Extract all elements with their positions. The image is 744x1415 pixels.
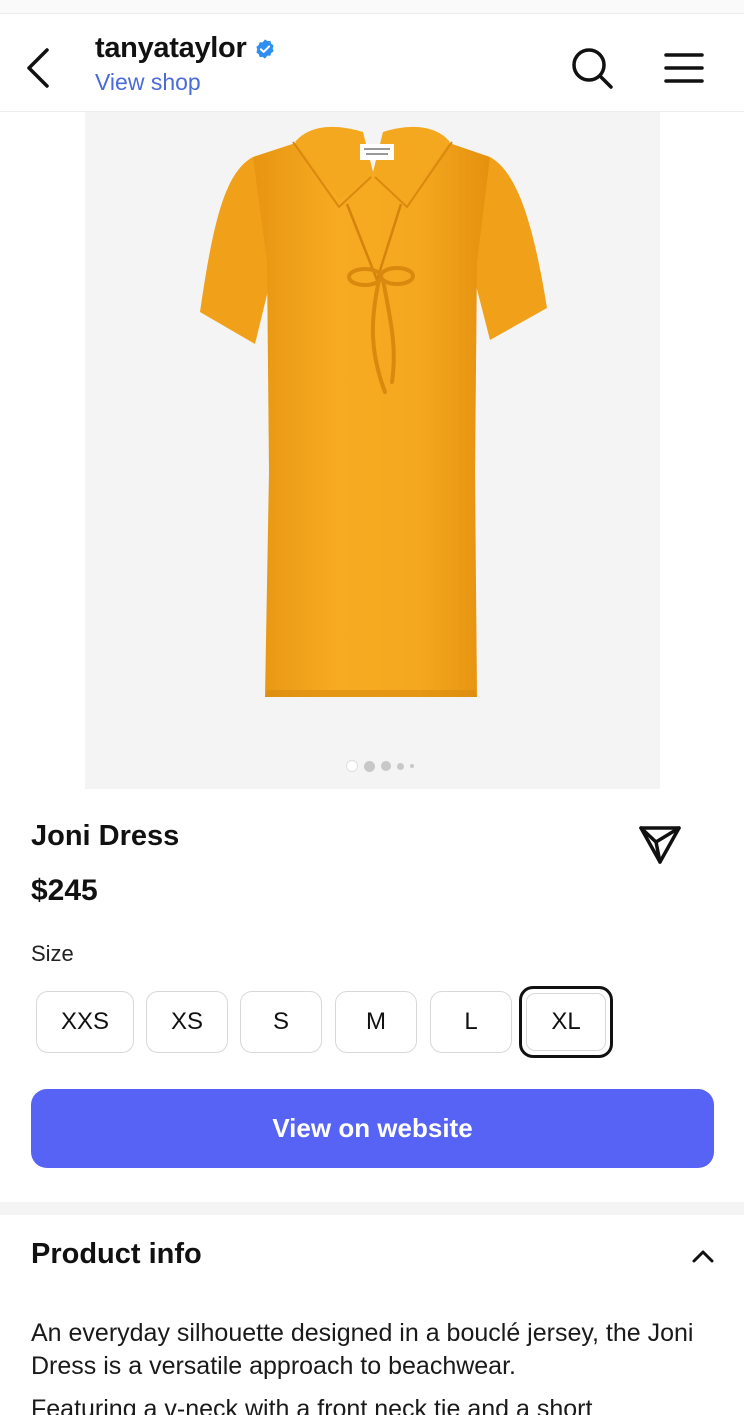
size-label: Size: [31, 941, 74, 966]
size-option-xl[interactable]: XL: [519, 986, 613, 1058]
search-icon: [572, 48, 613, 89]
product-price: $245: [31, 874, 98, 907]
back-chevron-icon: [27, 48, 49, 88]
menu-button[interactable]: [660, 44, 708, 92]
product-title: Joni Dress: [31, 820, 180, 852]
account-name[interactable]: tanyataylor: [95, 32, 247, 65]
dress-illustration: [200, 126, 547, 697]
size-option-s[interactable]: S: [240, 991, 322, 1053]
search-button[interactable]: [568, 44, 616, 92]
product-info-title: Product info: [31, 1238, 202, 1270]
section-divider: [0, 1202, 744, 1215]
carousel-dot[interactable]: [381, 761, 391, 771]
product-info-toggle[interactable]: Product info: [0, 1215, 744, 1297]
shop-header: tanyataylor View shop: [0, 14, 744, 112]
view-on-website-button[interactable]: View on website: [31, 1089, 714, 1168]
size-option-xxs[interactable]: XXS: [36, 991, 134, 1053]
carousel-dot[interactable]: [410, 764, 414, 768]
size-option-l[interactable]: L: [430, 991, 512, 1053]
menu-icon: [664, 53, 704, 83]
account-block: tanyataylor View shop: [95, 32, 276, 96]
product-image[interactable]: [85, 112, 660, 789]
size-option-m[interactable]: M: [335, 991, 417, 1053]
status-bar-spacer: [0, 0, 744, 14]
chevron-up-icon: [692, 1250, 714, 1263]
description-paragraph: Featuring a v-neck with a front neck tie…: [31, 1395, 593, 1415]
size-option-xs[interactable]: XS: [146, 991, 228, 1053]
verified-badge-icon: [256, 38, 275, 59]
product-description: An everyday silhouette designed in a bou…: [31, 1317, 721, 1415]
carousel-dot[interactable]: [364, 760, 375, 772]
carousel-dot[interactable]: [397, 762, 404, 770]
carousel-indicator: [0, 759, 744, 773]
carousel-dot[interactable]: [346, 760, 358, 772]
send-icon: [639, 826, 681, 864]
share-button[interactable]: [632, 818, 688, 870]
view-shop-link[interactable]: View shop: [95, 69, 276, 96]
description-paragraph: An everyday silhouette designed in a bou…: [31, 1319, 694, 1380]
back-button[interactable]: [18, 44, 58, 92]
